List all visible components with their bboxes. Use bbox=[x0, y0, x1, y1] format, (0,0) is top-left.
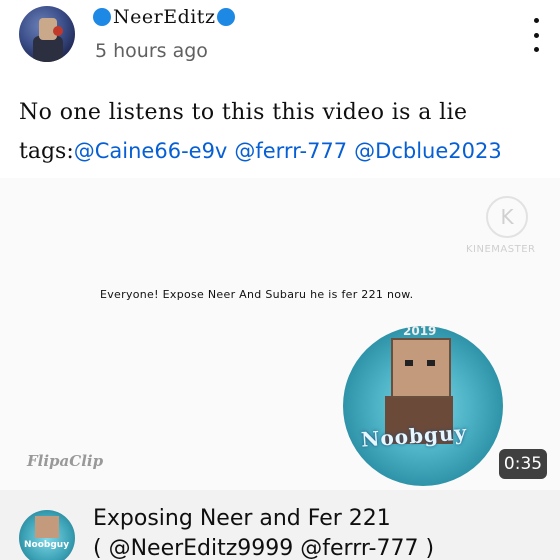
video-channel-avatar[interactable]: Noobguy bbox=[19, 510, 75, 560]
video-duration-badge: 0:35 bbox=[499, 449, 547, 479]
avatar-accent bbox=[53, 26, 63, 36]
post-body: No one listens to this this video is a l… bbox=[19, 94, 549, 171]
post-timestamp: 5 hours ago bbox=[95, 40, 208, 62]
thumb-year: 2019 bbox=[403, 326, 437, 338]
tag-link-ferrr[interactable]: @ferrr-777 bbox=[234, 139, 347, 163]
avatar-label: Noobguy bbox=[24, 540, 70, 550]
video-title-line1[interactable]: Exposing Neer and Fer 221 bbox=[93, 504, 434, 534]
kinemaster-logo-icon: K bbox=[486, 196, 528, 238]
video-caption: Everyone! Expose Neer And Subaru he is f… bbox=[100, 288, 414, 301]
tag-link-dcblue[interactable]: @Dcblue2023 bbox=[354, 139, 502, 163]
tag-link-caine[interactable]: @Caine66-e9v bbox=[74, 139, 228, 163]
more-options-icon[interactable] bbox=[526, 18, 546, 52]
channel-avatar[interactable] bbox=[19, 6, 75, 62]
video-title[interactable]: Exposing Neer and Fer 221 ( @NeerEditz99… bbox=[93, 504, 434, 560]
thumbnail-character-image: 2019 Noobguy bbox=[343, 326, 503, 486]
post-text: No one listens to this this video is a l… bbox=[19, 100, 468, 125]
post-tags-line: tags:@Caine66-e9v @ferrr-777 @Dcblue2023 bbox=[19, 132, 549, 171]
character-eye bbox=[405, 360, 413, 366]
video-info-bar[interactable]: Noobguy Exposing Neer and Fer 221 ( @Nee… bbox=[0, 490, 560, 560]
blue-circle-icon bbox=[93, 8, 111, 26]
tags-prefix: tags: bbox=[19, 139, 74, 164]
video-thumbnail[interactable]: K KINEMASTER Everyone! Expose Neer And S… bbox=[0, 178, 560, 490]
avatar-head bbox=[35, 516, 59, 538]
character-eye bbox=[427, 360, 435, 366]
character-head bbox=[391, 338, 451, 398]
blue-circle-icon bbox=[217, 8, 236, 26]
post-header: NeerEditz 5 hours ago bbox=[0, 0, 560, 80]
channel-name-row[interactable]: NeerEditz bbox=[93, 6, 236, 28]
kinemaster-watermark: KINEMASTER bbox=[466, 244, 536, 255]
thumb-label: Noobguy bbox=[360, 420, 468, 452]
flipaclip-watermark: FlipaClip bbox=[27, 452, 104, 470]
video-title-line2[interactable]: ( @NeerEditz9999 @ferrr-777 ) bbox=[93, 534, 434, 560]
channel-name[interactable]: NeerEditz bbox=[113, 6, 215, 28]
